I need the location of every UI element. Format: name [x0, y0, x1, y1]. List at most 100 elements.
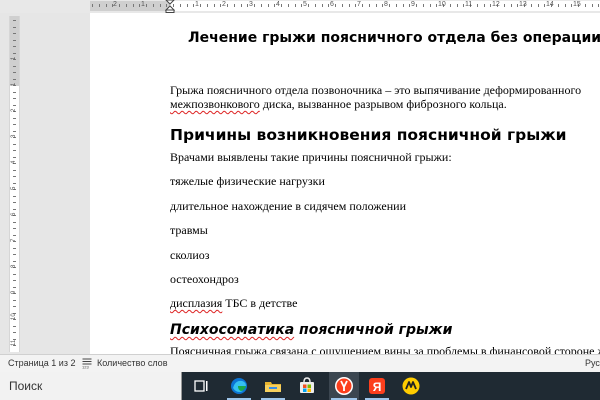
ruler-number: 9 — [411, 1, 415, 8]
ruler-tick — [260, 4, 262, 7]
page-count[interactable]: Страница 1 из 2 — [8, 358, 75, 368]
ruler-tick — [13, 247, 16, 249]
yandex-browser-icon[interactable] — [334, 376, 354, 396]
ruler-tick — [213, 4, 215, 7]
ruler-tick — [200, 4, 201, 7]
ruler-tick — [368, 4, 370, 7]
ruler-tick — [13, 39, 16, 41]
ruler-number: 11 — [11, 339, 17, 346]
ruler-tick — [98, 4, 100, 7]
ruler-tick — [13, 228, 16, 229]
ruler-number: 1 — [195, 1, 199, 8]
ruler-tick — [537, 4, 539, 7]
ruler-tick — [240, 4, 242, 7]
ruler-number: 1 — [141, 1, 145, 8]
edge-icon[interactable] — [229, 376, 249, 396]
cause-item-rest: ТБС в детстве — [222, 296, 298, 310]
ruler-tick — [13, 150, 16, 151]
ruler-tick — [112, 4, 114, 7]
ruler-number: 5 — [303, 1, 307, 8]
ruler-number: 10 — [438, 1, 446, 8]
word-processor-window: 2 1 1 2 3 4 5 6 7 8 9 10 11 12 13 14 15 1 1 2 3 4 5 6 7 8 9 10 11… — [0, 0, 600, 400]
cause-item: остеохондроз — [170, 272, 239, 286]
ruler-number: 2 — [113, 1, 117, 8]
ruler-number: 8 — [11, 264, 17, 268]
yandex-icon[interactable]: Я — [367, 376, 387, 396]
taskbar: Поиск Я — [0, 372, 600, 400]
ruler-tick — [13, 130, 16, 132]
ruler-tick — [267, 4, 269, 7]
ruler-tick — [13, 306, 16, 307]
ruler-tick — [13, 325, 16, 327]
misspelled-word[interactable]: Психосоматика — [170, 322, 294, 338]
ruler-tick — [476, 4, 478, 7]
ruler-number: 2 — [11, 108, 17, 112]
ruler-tick — [13, 286, 16, 288]
ruler-tick — [13, 33, 16, 34]
ruler-tick — [483, 4, 485, 7]
cause-item: тяжелые физические нагрузки — [170, 174, 325, 188]
ruler-tick — [13, 104, 16, 106]
ruler-tick — [416, 4, 417, 7]
svg-text:Я: Я — [373, 380, 382, 394]
ruler-tick — [13, 52, 16, 54]
ruler-tick — [13, 91, 16, 93]
taskbar-search-box[interactable]: Поиск — [0, 372, 182, 400]
ruler-tick — [13, 26, 16, 28]
ruler-number: 10 — [11, 313, 17, 320]
ruler-tick — [13, 195, 16, 197]
ruler-tick — [429, 4, 431, 7]
ruler-tick — [132, 4, 134, 7]
cause-item: сколиоз — [170, 248, 210, 262]
ruler-number: 13 — [519, 1, 527, 8]
ruler-number: 2 — [222, 1, 226, 8]
ruler-tick — [105, 4, 107, 7]
misspelled-word[interactable]: дисплазия — [170, 296, 222, 310]
word-count[interactable]: Количество слов — [97, 358, 167, 368]
document-page[interactable]: Лечение грыжи поясничного отдела без опе… — [90, 13, 600, 354]
ruler-tick — [13, 124, 16, 125]
ruler-number: 15 — [573, 1, 581, 8]
task-view-icon[interactable] — [191, 376, 211, 396]
ruler-tick — [503, 4, 505, 7]
ruler-tick — [281, 4, 282, 7]
ruler-tick — [13, 273, 16, 275]
ruler-number: 6 — [11, 212, 17, 216]
ruler-tick — [92, 4, 93, 7]
ruler-tick — [206, 4, 208, 7]
indent-marker-icon[interactable] — [165, 0, 175, 13]
ruler-tick — [13, 72, 16, 73]
horizontal-ruler[interactable]: 2 1 1 2 3 4 5 6 7 8 9 10 11 12 13 14 15 — [0, 0, 600, 13]
ruler-tick — [13, 182, 16, 184]
heading-psychosomatics-rest: поясничной грыжи — [294, 322, 453, 338]
file-explorer-icon[interactable] — [263, 376, 283, 396]
ruler-tick — [294, 4, 296, 7]
ruler-tick — [598, 4, 600, 7]
ruler-tick — [227, 4, 228, 7]
ruler-tick — [510, 4, 512, 7]
heading-psychosomatics: Психосоматика поясничной грыжи — [170, 322, 452, 338]
ruler-tick — [13, 254, 16, 255]
ruler-tick — [335, 4, 336, 7]
ruler-number: 4 — [11, 160, 17, 164]
intro-paragraph: Грыжа поясничного отдела позвоночника – … — [170, 83, 600, 111]
ruler-tick — [13, 143, 16, 145]
ruler-number: 11 — [465, 1, 473, 8]
ruler-tick — [402, 4, 404, 7]
ruler-tick — [13, 299, 16, 301]
ruler-tick — [13, 202, 16, 203]
language-indicator[interactable]: Рус — [585, 358, 600, 368]
misspelled-word[interactable]: межпозвонкового — [170, 97, 260, 111]
ruler-tick — [584, 4, 586, 7]
ruler-tick — [287, 4, 289, 7]
yandex-music-icon[interactable] — [401, 376, 421, 396]
vertical-ruler[interactable]: 1123456789101112 — [9, 16, 20, 372]
ruler-tick — [13, 234, 16, 236]
ruler-tick — [233, 4, 235, 7]
ruler-number: 6 — [330, 1, 334, 8]
ruler-tick — [254, 4, 255, 7]
ruler-number: 4 — [276, 1, 280, 8]
ruler-tick — [125, 4, 127, 7]
store-icon[interactable] — [297, 376, 317, 396]
word-count-icon[interactable]: 123 — [82, 358, 92, 369]
